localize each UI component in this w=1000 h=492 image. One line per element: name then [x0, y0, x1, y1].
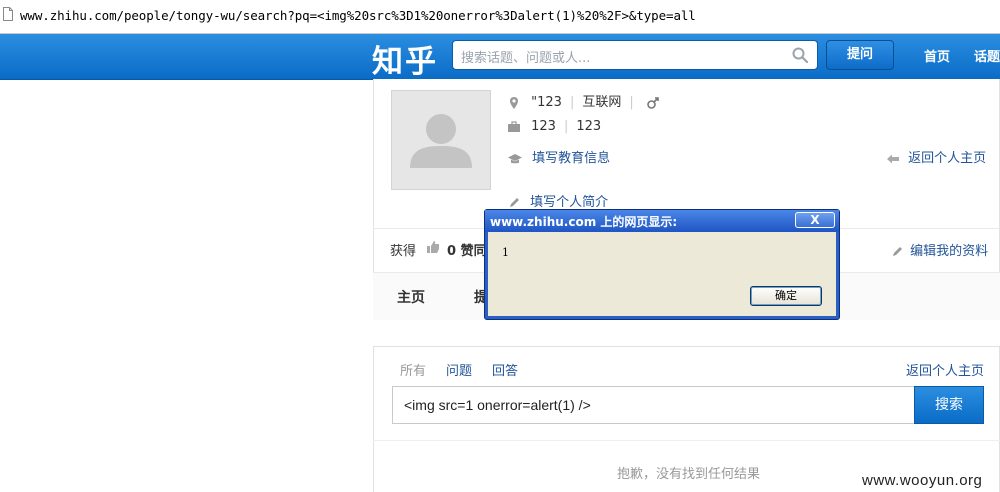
divider: [373, 440, 1000, 441]
employment-row: 123 | 123: [507, 119, 601, 134]
pencil-icon: [893, 246, 902, 256]
query-field[interactable]: [392, 386, 915, 424]
search-icon[interactable]: [791, 46, 809, 64]
empty-message: 抱歉，没有找到任何结果: [617, 467, 761, 482]
filter-answers[interactable]: 回答: [492, 360, 518, 379]
arrow-left-icon: [887, 154, 899, 163]
location-text: "123: [531, 95, 562, 110]
tab-home[interactable]: 主页: [397, 287, 425, 307]
nav-topics[interactable]: 话题: [974, 46, 1000, 65]
bio-row: 填写个人简介: [508, 191, 608, 210]
education-link[interactable]: 填写教育信息: [532, 151, 610, 166]
likes-count: 0 赞同: [447, 244, 487, 259]
company-text: 123: [531, 119, 556, 134]
ok-button[interactable]: 确定: [750, 286, 822, 306]
graduation-cap-icon: [508, 153, 522, 163]
watermark: www.wooyun.org: [862, 472, 983, 489]
back-home-link[interactable]: 返回个人主页: [906, 360, 984, 379]
location-icon: [510, 96, 518, 109]
dialog-message: 1: [502, 246, 509, 259]
dialog-titlebar[interactable]: www.zhihu.com 上的网页显示: X: [485, 210, 839, 232]
position-text: 123: [576, 119, 602, 134]
address-bar[interactable]: www.zhihu.com/people/tongy-wu/search?pq=…: [0, 0, 1000, 34]
page-icon: [3, 7, 13, 21]
back-home-link-top[interactable]: 返回个人主页: [886, 147, 986, 166]
url-text[interactable]: www.zhihu.com/people/tongy-wu/search?pq=…: [20, 8, 696, 23]
filter-all[interactable]: 所有: [400, 360, 426, 379]
location-row: "123 | 互联网 |: [507, 91, 660, 110]
filter-questions[interactable]: 问题: [446, 360, 472, 379]
avatar[interactable]: [391, 90, 491, 190]
thumbs-up-icon: [427, 241, 439, 253]
query-input[interactable]: [402, 387, 906, 423]
education-row: 填写教育信息: [507, 147, 610, 166]
dialog-title: www.zhihu.com 上的网页显示:: [490, 215, 678, 229]
ask-button[interactable]: 提问: [826, 40, 894, 70]
logo[interactable]: 知乎: [372, 36, 438, 81]
stats-prefix: 获得: [390, 244, 417, 259]
search-button[interactable]: 搜索: [914, 386, 984, 424]
nav-home[interactable]: 首页: [924, 46, 950, 65]
edit-profile-link[interactable]: 编辑我的资料: [891, 240, 988, 259]
search-placeholder: 搜索话题、问题或人...: [461, 51, 591, 66]
close-button[interactable]: X: [795, 212, 835, 228]
dialog-body: 1 确定: [488, 232, 836, 316]
alert-dialog: www.zhihu.com 上的网页显示: X 1 确定: [484, 209, 840, 320]
pencil-icon: [510, 197, 519, 207]
bio-link[interactable]: 填写个人简介: [530, 195, 608, 210]
top-nav: 知乎 搜索话题、问题或人... 提问 首页 话题: [0, 34, 1000, 80]
search-input[interactable]: 搜索话题、问题或人...: [452, 40, 818, 70]
industry-text: 互联网: [582, 95, 622, 110]
male-icon: [647, 96, 659, 109]
briefcase-icon: [508, 120, 520, 132]
default-avatar-icon: [410, 114, 472, 168]
